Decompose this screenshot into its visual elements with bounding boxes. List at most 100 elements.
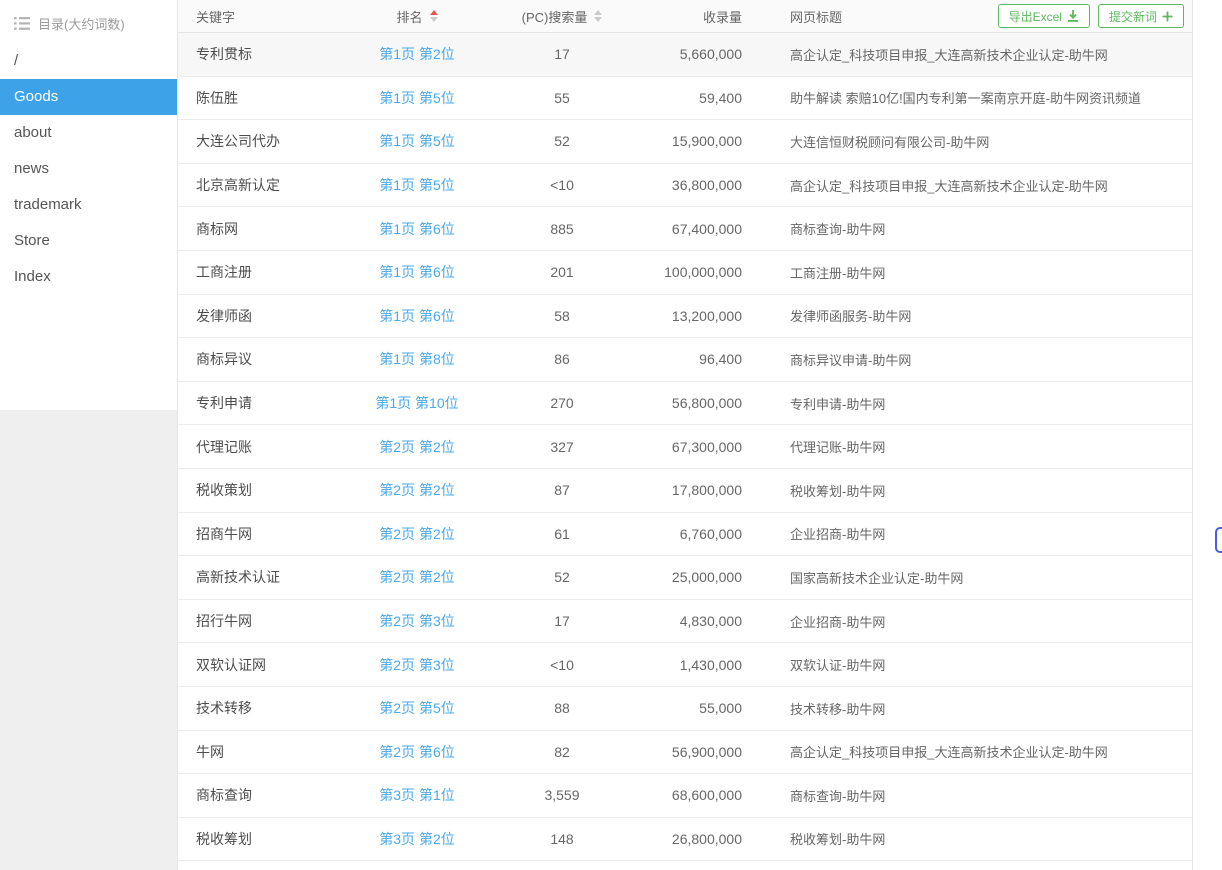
- keyword-cell: 招商牛网: [178, 524, 356, 544]
- keyword-cell: 专利贯标: [178, 44, 356, 64]
- rank-link[interactable]: 第2页 第2位: [379, 569, 454, 585]
- sidebar-title: 目录(大约词数): [0, 2, 177, 43]
- column-header-title-label: 网页标题: [790, 7, 842, 26]
- keyword-cell: 招行牛网: [178, 611, 356, 631]
- indexed-cell: 15,900,000: [646, 133, 762, 149]
- page-title-cell: 大连信恒财税顾问有限公司-助牛网: [762, 132, 1192, 151]
- table-row: 专利贯标 第1页 第2位 17 5,660,000 高企认定_科技项目申报_大连…: [178, 33, 1192, 77]
- rank-link[interactable]: 第2页 第2位: [379, 526, 454, 542]
- rank-link[interactable]: 第1页 第8位: [379, 351, 454, 367]
- pc-volume-cell: 327: [478, 439, 646, 455]
- rank-link[interactable]: 第3页 第1位: [379, 787, 454, 803]
- indexed-cell: 25,000,000: [646, 569, 762, 585]
- keyword-cell: 税收筹划: [178, 829, 356, 849]
- table-row: 技术转移 第2页 第5位 88 55,000 技术转移-助牛网: [178, 687, 1192, 731]
- indexed-cell: 1,430,000: [646, 657, 762, 673]
- pc-volume-cell: 55: [478, 90, 646, 106]
- sidebar-item-index[interactable]: Index: [0, 259, 177, 295]
- keyword-cell: 商标查询: [178, 785, 356, 805]
- rank-link[interactable]: 第3页 第2位: [379, 831, 454, 847]
- app-window: 目录(大约词数) /GoodsaboutnewstrademarkStoreIn…: [0, 0, 1222, 870]
- rank-link[interactable]: 第2页 第6位: [379, 744, 454, 760]
- page-title-cell: 国家高新技术企业认定-助牛网: [762, 568, 1192, 587]
- rank-link[interactable]: 第1页 第10位: [375, 395, 458, 411]
- rank-link[interactable]: 第2页 第3位: [379, 613, 454, 629]
- export-excel-label: 导出Excel: [1009, 8, 1062, 25]
- table-row: 税收策划 第2页 第2位 87 17,800,000 税收筹划-助牛网: [178, 469, 1192, 513]
- page-title-cell: 双软认证-助牛网: [762, 655, 1192, 674]
- pc-volume-cell: 61: [478, 526, 646, 542]
- pc-volume-cell: 82: [478, 744, 646, 760]
- rank-link[interactable]: 第2页 第2位: [379, 439, 454, 455]
- indexed-cell: 67,300,000: [646, 439, 762, 455]
- column-header-pc-volume[interactable]: (PC)搜索量: [478, 7, 646, 26]
- column-header-indexed-label: 收录量: [703, 7, 742, 26]
- column-header-pc-volume-label: (PC)搜索量: [522, 7, 588, 26]
- table-row: 招商牛网 第2页 第2位 61 6,760,000 企业招商-助牛网: [178, 513, 1192, 557]
- sidebar-item-trademark[interactable]: trademark: [0, 187, 177, 223]
- rank-cell: 第1页 第10位: [356, 393, 478, 413]
- column-header-rank[interactable]: 排名: [356, 7, 478, 26]
- sidebar-item-news[interactable]: news: [0, 151, 177, 187]
- keyword-cell: 商标网: [178, 219, 356, 239]
- indexed-cell: 13,200,000: [646, 308, 762, 324]
- sidebar-item-store[interactable]: Store: [0, 223, 177, 259]
- keyword-cell: 双软认证网: [178, 655, 356, 675]
- rank-cell: 第1页 第6位: [356, 306, 478, 326]
- page-title-cell: 企业招商-助牛网: [762, 524, 1192, 543]
- table-row: 高新技术认证 第2页 第2位 52 25,000,000 国家高新技术企业认定-…: [178, 556, 1192, 600]
- rank-link[interactable]: 第1页 第2位: [379, 46, 454, 62]
- sort-icon-pc-volume[interactable]: [594, 10, 602, 22]
- table-row: 商标查询 第3页 第1位 3,559 68,600,000 商标查询-助牛网: [178, 774, 1192, 818]
- pc-volume-cell: 201: [478, 264, 646, 280]
- table-row: 发律师函 第1页 第6位 58 13,200,000 发律师函服务-助牛网: [178, 295, 1192, 339]
- submit-new-word-button[interactable]: 提交新词: [1098, 4, 1184, 28]
- export-excel-button[interactable]: 导出Excel: [998, 4, 1090, 28]
- floating-widget-partial[interactable]: [1215, 527, 1222, 553]
- table-row: 工商注册 第1页 第6位 201 100,000,000 工商注册-助牛网: [178, 251, 1192, 295]
- rank-link[interactable]: 第1页 第6位: [379, 308, 454, 324]
- page-title-cell: 税收筹划-助牛网: [762, 829, 1192, 848]
- list-icon: [14, 17, 30, 30]
- keyword-cell: 发律师函: [178, 306, 356, 326]
- rank-link[interactable]: 第2页 第3位: [379, 657, 454, 673]
- indexed-cell: 56,800,000: [646, 395, 762, 411]
- download-icon: [1067, 10, 1079, 22]
- keyword-cell: 技术转移: [178, 698, 356, 718]
- pc-volume-cell: 86: [478, 351, 646, 367]
- keyword-table-body: 专利贯标 第1页 第2位 17 5,660,000 高企认定_科技项目申报_大连…: [178, 33, 1192, 861]
- rank-cell: 第1页 第8位: [356, 349, 478, 369]
- indexed-cell: 36,800,000: [646, 177, 762, 193]
- page-title-cell: 高企认定_科技项目申报_大连高新技术企业认定-助牛网: [762, 176, 1192, 195]
- pc-volume-cell: <10: [478, 657, 646, 673]
- rank-cell: 第1页 第6位: [356, 262, 478, 282]
- rank-link[interactable]: 第1页 第5位: [379, 133, 454, 149]
- rank-cell: 第2页 第5位: [356, 698, 478, 718]
- page-title-cell: 代理记账-助牛网: [762, 437, 1192, 456]
- table-row: 税收筹划 第3页 第2位 148 26,800,000 税收筹划-助牛网: [178, 818, 1192, 862]
- rank-link[interactable]: 第1页 第5位: [379, 90, 454, 106]
- rank-link[interactable]: 第1页 第5位: [379, 177, 454, 193]
- sidebar-item-goods[interactable]: Goods: [0, 79, 177, 115]
- sidebar-menu: 目录(大约词数) /GoodsaboutnewstrademarkStoreIn…: [0, 0, 177, 410]
- keyword-cell: 专利申请: [178, 393, 356, 413]
- sidebar-menu-items: /GoodsaboutnewstrademarkStoreIndex: [0, 43, 177, 295]
- sort-icon-rank[interactable]: [430, 10, 438, 22]
- rank-link[interactable]: 第1页 第6位: [379, 221, 454, 237]
- indexed-cell: 6,760,000: [646, 526, 762, 542]
- rank-link[interactable]: 第1页 第6位: [379, 264, 454, 280]
- rank-cell: 第1页 第6位: [356, 219, 478, 239]
- keyword-cell: 陈伍胜: [178, 88, 356, 108]
- pc-volume-cell: 3,559: [478, 787, 646, 803]
- sidebar-item-about[interactable]: about: [0, 115, 177, 151]
- indexed-cell: 96,400: [646, 351, 762, 367]
- table-row: 商标异议 第1页 第8位 86 96,400 商标异议申请-助牛网: [178, 338, 1192, 382]
- indexed-cell: 56,900,000: [646, 744, 762, 760]
- sidebar-item-root[interactable]: /: [0, 43, 177, 79]
- page-title-cell: 助牛解读 索赔10亿!国内专利第一案南京开庭-助牛网资讯频道: [762, 88, 1192, 107]
- pc-volume-cell: 270: [478, 395, 646, 411]
- rank-cell: 第2页 第2位: [356, 480, 478, 500]
- rank-link[interactable]: 第2页 第5位: [379, 700, 454, 716]
- pc-volume-cell: 17: [478, 613, 646, 629]
- rank-link[interactable]: 第2页 第2位: [379, 482, 454, 498]
